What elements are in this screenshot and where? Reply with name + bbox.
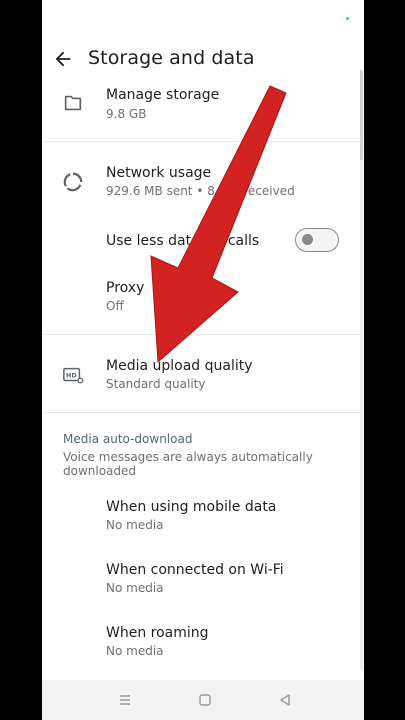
divider	[42, 412, 364, 413]
arrow-left-icon[interactable]	[52, 48, 74, 70]
hd-settings-icon: HD	[63, 367, 84, 384]
section-subtitle: Voice messages are always automatically …	[63, 450, 313, 478]
phone-screen: Storage and data Manage storage 9.8 GB N…	[42, 0, 364, 720]
section-header-media-auto-download: Media auto-download	[63, 432, 193, 446]
storage-size: 9.8 GB	[106, 107, 147, 121]
proxy-value: Off	[106, 299, 124, 313]
auto-download-mobile-row[interactable]: When using mobile data No media	[42, 494, 364, 542]
scrollbar-track[interactable]	[360, 70, 363, 670]
system-nav-bar	[42, 680, 364, 720]
data-usage-icon	[63, 172, 83, 192]
network-usage-row[interactable]: Network usage 929.6 MB sent • 8.2 G rece…	[42, 160, 364, 210]
toggle-knob	[302, 234, 313, 245]
page-title: Storage and data	[88, 47, 255, 69]
auto-download-label: When using mobile data	[106, 499, 277, 515]
proxy-row[interactable]: Proxy Off	[42, 276, 364, 320]
auto-download-label: When roaming	[106, 625, 209, 641]
auto-download-label: When connected on Wi-Fi	[106, 562, 284, 578]
media-upload-quality-row[interactable]: HD Media upload quality Standard quality	[42, 352, 364, 402]
auto-download-value: No media	[106, 518, 164, 532]
auto-download-wifi-row[interactable]: When connected on Wi-Fi No media	[42, 558, 364, 606]
manage-storage-row[interactable]: Manage storage 9.8 GB	[42, 84, 364, 140]
scrollbar-thumb[interactable]	[360, 70, 363, 160]
manage-storage-label: Manage storage	[106, 87, 220, 103]
folder-icon	[64, 95, 82, 111]
menu-icon[interactable]	[115, 690, 135, 710]
media-upload-quality-value: Standard quality	[106, 377, 206, 391]
home-icon[interactable]	[195, 690, 215, 710]
auto-download-roaming-row[interactable]: When roaming No media	[42, 621, 364, 669]
app-bar: Storage and data	[42, 38, 364, 80]
network-usage-detail: 929.6 MB sent • 8.2 G received	[106, 184, 295, 198]
svg-text:HD: HD	[66, 371, 77, 379]
divider	[42, 141, 364, 142]
back-triangle-icon[interactable]	[275, 690, 295, 710]
auto-download-value: No media	[106, 644, 164, 658]
less-data-label: Use less data for calls	[106, 233, 260, 249]
divider	[42, 334, 364, 335]
status-indicator-dot	[346, 17, 349, 20]
proxy-label: Proxy	[106, 280, 145, 296]
less-data-toggle[interactable]	[295, 228, 339, 252]
network-usage-label: Network usage	[106, 165, 212, 181]
auto-download-value: No media	[106, 581, 164, 595]
media-upload-quality-label: Media upload quality	[106, 358, 253, 374]
